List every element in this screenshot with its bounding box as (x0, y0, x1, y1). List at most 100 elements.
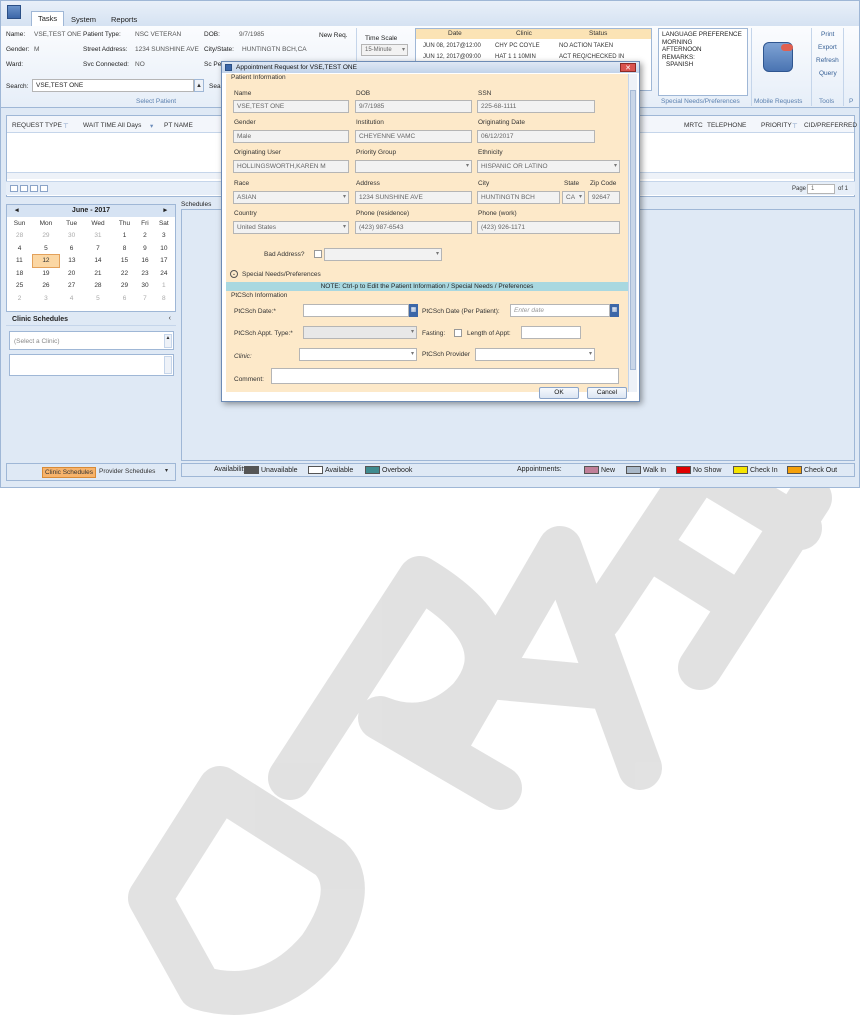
dialog-scrollbar[interactable] (628, 74, 637, 392)
history-row-2-clinic[interactable]: HAT 1 1 10MIN (495, 54, 536, 60)
col-mrtc[interactable]: MRTC (684, 122, 703, 129)
calendar-day[interactable]: 6 (112, 292, 136, 305)
search-dropdown-arrow[interactable]: ▲ (194, 79, 204, 92)
calendar-day[interactable]: 24 (153, 267, 174, 280)
calendar-day[interactable]: 22 (112, 267, 136, 280)
calendar-day[interactable]: 2 (137, 230, 154, 243)
scroll-up-icon[interactable]: ▲ (164, 334, 172, 348)
export-button[interactable]: Export (818, 44, 837, 51)
col-telephone[interactable]: TELEPHONE (707, 122, 746, 129)
tab-reports[interactable]: Reports (111, 15, 137, 24)
calendar-day[interactable]: 8 (153, 292, 174, 305)
filter-icon[interactable]: ⊤ (792, 122, 798, 130)
col-wait-time[interactable]: WAIT TIME All Days (83, 122, 141, 129)
priority-group-select[interactable] (355, 160, 472, 173)
calendar-day[interactable]: 28 (84, 280, 113, 293)
tab-system[interactable]: System (71, 15, 96, 24)
tab-tasks[interactable]: Tasks (31, 11, 65, 27)
expand-icon[interactable]: ⌄ (230, 270, 238, 278)
col-request-type[interactable]: REQUEST TYPE (12, 122, 62, 129)
calendar-day[interactable]: 1 (112, 230, 136, 243)
calendar-day[interactable]: 12 (31, 254, 61, 268)
ptcsch-date-per-patient-input[interactable]: Enter date (510, 304, 610, 317)
page-number-input[interactable]: 1 (807, 184, 835, 194)
calendar-day[interactable]: 17 (153, 255, 174, 268)
tab-clinic-schedules[interactable]: Clinic Schedules (42, 467, 97, 478)
time-scale-select[interactable]: 15-Minute (361, 44, 408, 56)
history-row-1-status[interactable]: NO ACTION TAKEN (559, 43, 613, 49)
calendar-icon[interactable]: ▦ (610, 304, 619, 317)
print-button[interactable]: Print (821, 31, 834, 38)
first-page-icon[interactable] (10, 185, 18, 192)
special-needs-toggle[interactable]: Special Needs/Preferences (242, 271, 321, 278)
scrollbar-thumb[interactable] (630, 90, 636, 370)
calendar-day[interactable]: 8 (112, 242, 136, 255)
calendar-day[interactable]: 29 (32, 230, 60, 243)
ptcsch-appt-type-select[interactable] (303, 326, 417, 339)
calendar-day[interactable]: 4 (7, 242, 32, 255)
calendar-day[interactable]: 21 (84, 267, 113, 280)
history-row-1-clinic[interactable]: CHY PC COYLE (495, 43, 540, 49)
calendar-day[interactable]: 4 (60, 292, 84, 305)
chevron-down-icon[interactable]: ▾ (150, 122, 153, 130)
close-icon[interactable]: ✕ (620, 63, 636, 72)
history-row-2-status[interactable]: ACT REQ/CHECKED IN (559, 54, 624, 60)
calendar-icon[interactable]: ▦ (409, 304, 418, 317)
length-of-appt-input[interactable] (521, 326, 581, 339)
calendar-day[interactable]: 23 (137, 267, 154, 280)
clinic-select[interactable]: (Select a Clinic) ▲ (9, 331, 174, 350)
cancel-button[interactable]: Cancel (587, 387, 627, 399)
new-request-button[interactable]: New Req. (319, 32, 348, 39)
calendar-day[interactable]: 11 (7, 255, 32, 268)
calendar-day[interactable]: 6 (60, 242, 84, 255)
state-select[interactable]: CA (562, 191, 585, 204)
calendar-day[interactable]: 19 (32, 267, 60, 280)
calendar-day[interactable]: 5 (32, 242, 60, 255)
calendar-day[interactable]: 30 (60, 230, 84, 243)
col-cid-preferred[interactable]: CID/PREFERRED (804, 122, 857, 129)
schedules-tab[interactable]: Schedules (181, 201, 211, 208)
calendar-day[interactable]: 18 (7, 267, 32, 280)
history-row-2-date[interactable]: JUN 12, 2017@09:00 (423, 54, 481, 60)
clinic-select[interactable] (299, 348, 417, 361)
last-page-icon[interactable] (40, 185, 48, 192)
tab-provider-schedules[interactable]: Provider Schedules (99, 468, 155, 475)
calendar-day[interactable]: 28 (7, 230, 32, 243)
country-select[interactable]: United States (233, 221, 349, 234)
list-scrollbar[interactable] (164, 356, 172, 374)
calendar-day[interactable]: 7 (84, 242, 113, 255)
patient-search-input[interactable]: VSE,TEST ONE (32, 79, 194, 92)
race-select[interactable]: ASIAN (233, 191, 349, 204)
bad-address-checkbox[interactable] (314, 250, 322, 258)
calendar-day[interactable]: 14 (84, 255, 113, 268)
calendar-day[interactable]: 13 (60, 255, 84, 268)
bad-address-select[interactable] (324, 248, 442, 261)
history-row-1-date[interactable]: JUN 08, 2017@12:00 (423, 43, 481, 49)
app-menu-icon[interactable] (7, 5, 21, 19)
ethnicity-select[interactable]: HISPANIC OR LATINO (477, 160, 620, 173)
ptcsch-date-input[interactable] (303, 304, 409, 317)
ok-button[interactable]: OK (539, 387, 579, 399)
refresh-button[interactable]: Refresh (816, 57, 839, 64)
clinic-list[interactable] (9, 354, 174, 376)
calendar-day[interactable]: 5 (84, 292, 113, 305)
search-button[interactable]: Sea (209, 83, 221, 90)
calendar-day[interactable]: 1 (153, 280, 174, 293)
next-month-icon[interactable]: ▸ (163, 205, 167, 217)
prev-page-icon[interactable] (20, 185, 28, 192)
col-priority[interactable]: PRIORITY (761, 122, 792, 129)
prev-month-icon[interactable]: ◂ (15, 205, 19, 217)
filter-icon[interactable]: ⊤ (63, 122, 69, 130)
calendar-day[interactable]: 25 (7, 280, 32, 293)
calendar-day[interactable]: 3 (153, 230, 174, 243)
calendar-day[interactable]: 2 (7, 292, 32, 305)
calendar-day[interactable]: 26 (32, 280, 60, 293)
calendar-day[interactable]: 29 (112, 280, 136, 293)
fasting-checkbox[interactable] (454, 329, 462, 337)
calendar-day[interactable]: 9 (137, 242, 154, 255)
calendar-day[interactable]: 20 (60, 267, 84, 280)
calendar-day[interactable]: 16 (137, 255, 154, 268)
calendar-day[interactable]: 10 (153, 242, 174, 255)
calendar-day[interactable]: 31 (84, 230, 113, 243)
calendar-day[interactable]: 15 (112, 255, 136, 268)
